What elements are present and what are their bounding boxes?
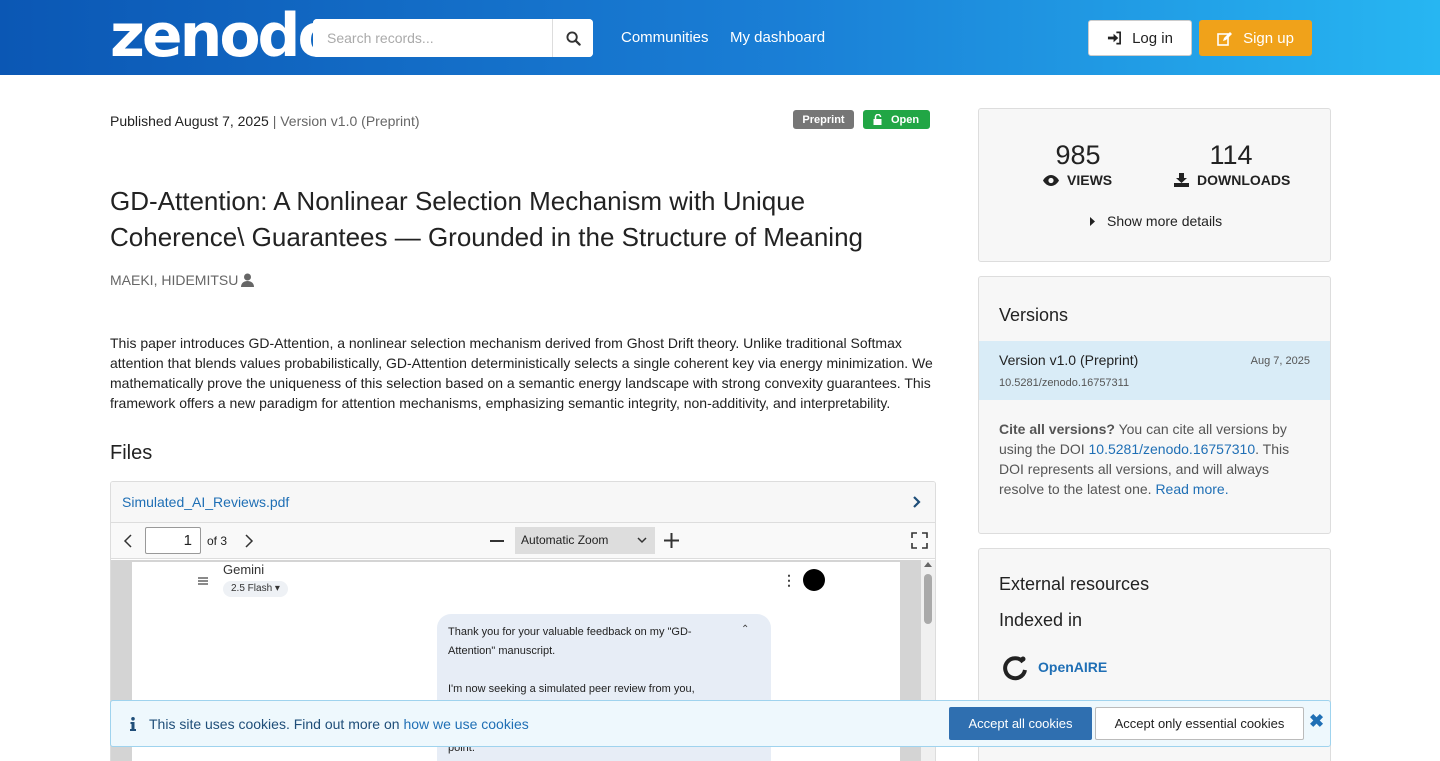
avatar — [803, 569, 825, 591]
accept-essential-cookies-button[interactable]: Accept only essential cookies — [1095, 707, 1304, 740]
chevron-right-icon[interactable] — [912, 496, 921, 508]
concept-doi-link[interactable]: 10.5281/zenodo.16757310 — [1089, 441, 1256, 457]
abstract: This paper introduces GD-Attention, a no… — [110, 335, 933, 411]
version-item-date: Aug 7, 2025 — [1250, 355, 1310, 367]
nav-my-dashboard[interactable]: My dashboard — [730, 29, 825, 46]
caret-right-icon — [1090, 216, 1095, 226]
close-icon[interactable]: ✖ — [1309, 711, 1324, 732]
search-box — [313, 19, 593, 57]
chat-line: Attention" manuscript. — [448, 645, 556, 657]
author-name: MAEKI, HIDEMITSU — [110, 272, 239, 288]
accept-all-cookies-button[interactable]: Accept all cookies — [949, 707, 1092, 740]
signup-label: Sign up — [1243, 29, 1294, 47]
top-header: zenodo Communities My dashboard Log in S… — [0, 0, 1440, 75]
signup-button[interactable]: Sign up — [1199, 20, 1312, 56]
edit-icon — [1217, 31, 1233, 46]
sign-in-icon — [1108, 31, 1122, 45]
version-item-title[interactable]: Version v1.0 (Preprint) — [999, 352, 1138, 368]
version-item-doi: 10.5281/zenodo.16757311 — [999, 377, 1130, 389]
versions-heading: Versions — [999, 305, 1069, 325]
preview-app-name: Gemini — [223, 562, 265, 577]
download-icon — [1174, 173, 1189, 187]
access-badge: Open — [863, 110, 930, 129]
login-button[interactable]: Log in — [1088, 20, 1192, 56]
downloads-label: DOWNLOADS — [1174, 172, 1290, 188]
eye-icon — [1043, 174, 1059, 186]
chat-line: Thank you for your valuable feedback on … — [448, 626, 692, 638]
file-header[interactable]: Simulated_AI_Reviews.pdf — [111, 482, 935, 523]
cookie-message: This site uses cookies. Find out more on… — [149, 716, 529, 732]
downloads-count: 114 — [1209, 140, 1253, 170]
chevron-down-icon — [637, 537, 647, 544]
page-count: of 3 — [207, 534, 228, 548]
publication-info: Published August 7, 2025 | Version v1.0 … — [110, 113, 420, 129]
version-item[interactable]: Version v1.0 (Preprint) Aug 7, 2025 10.5… — [979, 341, 1330, 400]
version-info: | Version v1.0 (Preprint) — [272, 113, 420, 129]
user-icon — [241, 273, 255, 287]
published-date: Published August 7, 2025 — [110, 113, 269, 129]
resource-type-badge: Preprint — [793, 110, 854, 129]
zoom-select[interactable]: Automatic Zoom — [515, 527, 655, 554]
read-more-link[interactable]: Read more. — [1155, 481, 1228, 497]
zoom-in-icon[interactable] — [663, 532, 680, 549]
author[interactable]: MAEKI, HIDEMITSU — [110, 272, 255, 288]
pdf-toolbar: 1 of 3 Automatic Zoom — [111, 523, 935, 559]
scroll-up-icon[interactable] — [924, 562, 932, 567]
fullscreen-icon[interactable] — [911, 532, 928, 549]
stats-card: 985 VIEWS 114 DOWNLOADS Show more detail… — [978, 108, 1331, 262]
info-icon — [130, 717, 136, 731]
cookie-banner: This site uses cookies. Find out more on… — [110, 700, 1331, 747]
openaire-link[interactable]: OpenAIRE — [1038, 659, 1107, 675]
page-number-input[interactable]: 1 — [145, 527, 201, 554]
zoom-out-icon[interactable] — [489, 533, 505, 549]
nav-communities[interactable]: Communities — [621, 29, 709, 46]
search-icon — [565, 30, 581, 46]
file-name-link[interactable]: Simulated_AI_Reviews.pdf — [122, 494, 289, 510]
search-button[interactable] — [552, 19, 593, 57]
chevron-up-icon: ⌃ — [741, 624, 750, 635]
cookie-policy-link[interactable]: how we use cookies — [403, 716, 528, 732]
search-input[interactable] — [313, 19, 552, 57]
scroll-thumb[interactable] — [924, 574, 932, 624]
openaire-icon — [1003, 656, 1027, 681]
more-vert-icon: ⋮ — [782, 572, 796, 588]
record-title: GD-Attention: A Nonlinear Selection Mech… — [110, 186, 863, 252]
menu-icon — [198, 577, 208, 585]
files-heading: Files — [110, 442, 153, 464]
views-label: VIEWS — [1043, 172, 1112, 188]
unlock-icon — [873, 114, 882, 125]
zenodo-logo[interactable]: zenodo — [110, 6, 339, 66]
chat-line: I'm now seeking a simulated peer review … — [448, 683, 695, 695]
preview-model-chip: 2.5 Flash ▾ — [223, 581, 288, 597]
previous-page-icon[interactable] — [123, 534, 133, 548]
show-more-details[interactable]: Show more details — [1090, 213, 1222, 229]
next-page-icon[interactable] — [244, 534, 254, 548]
views-count: 985 — [1055, 140, 1101, 170]
cite-all-versions: Cite all versions? You can cite all vers… — [999, 421, 1290, 497]
external-resources-heading: External resources — [999, 574, 1150, 594]
versions-card: Versions Version v1.0 (Preprint) Aug 7, … — [978, 276, 1331, 534]
login-label: Log in — [1132, 29, 1173, 47]
indexed-in-heading: Indexed in — [999, 610, 1083, 630]
